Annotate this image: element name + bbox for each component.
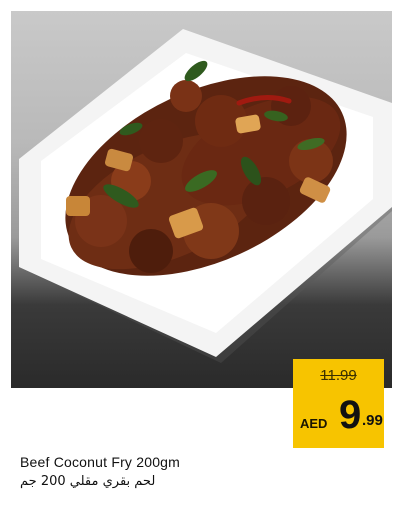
- product-name-arabic: لحم بقري مقلي 200 جم: [20, 474, 156, 489]
- product-name-english: Beef Coconut Fry 200gm: [20, 454, 181, 470]
- beef-coconut-fry-icon: [19, 29, 392, 363]
- price-tag: 11.99 AED 9 .99: [293, 359, 384, 448]
- price-decimal: .99: [362, 412, 383, 429]
- product-photo: [11, 11, 392, 388]
- price-integer: 9: [339, 393, 362, 437]
- currency-label: AED: [300, 416, 328, 431]
- old-price: 11.99: [320, 367, 357, 384]
